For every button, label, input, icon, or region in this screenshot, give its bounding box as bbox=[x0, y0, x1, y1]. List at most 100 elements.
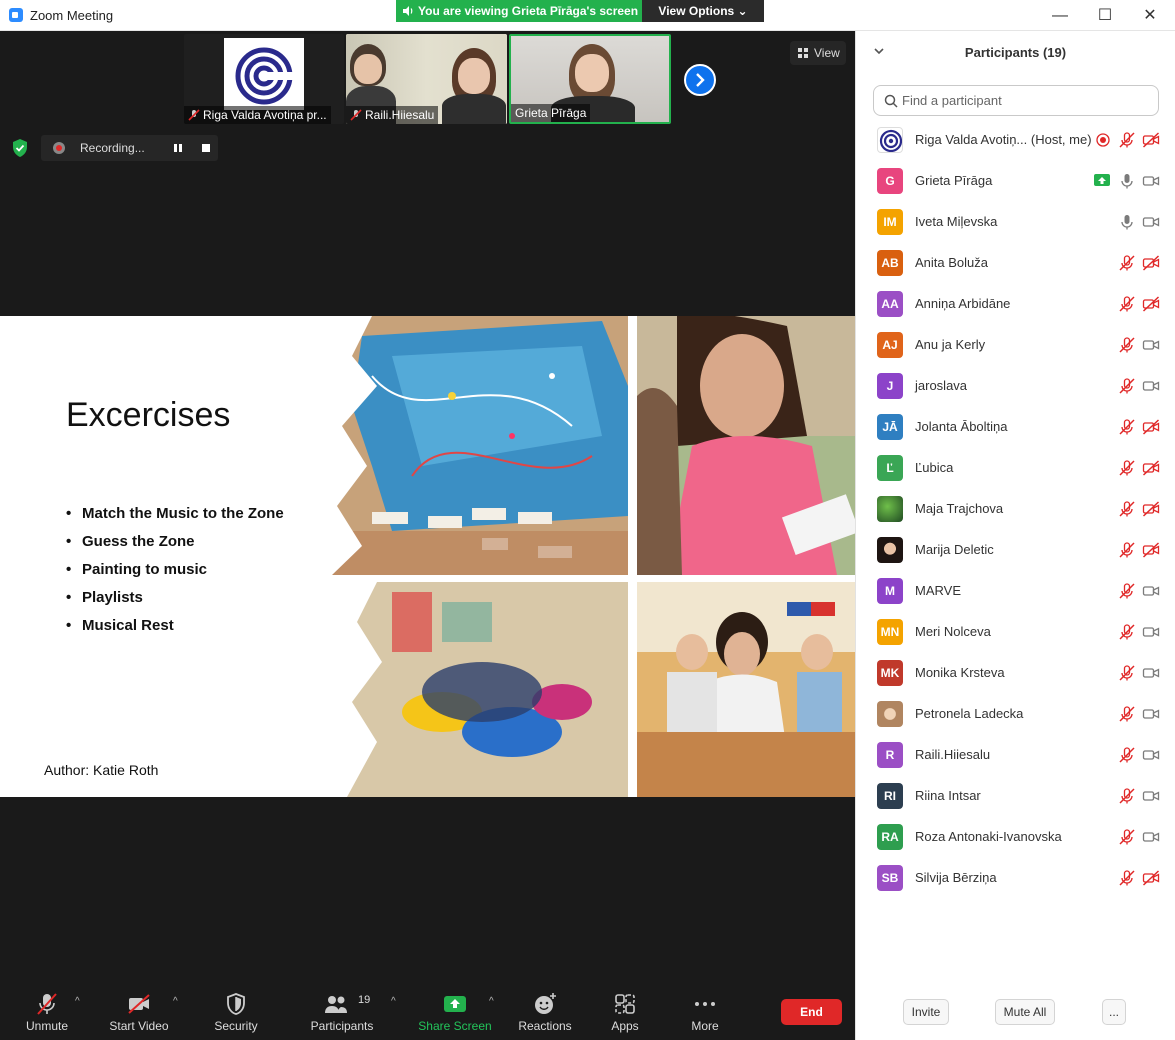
mic-icon[interactable] bbox=[1118, 172, 1136, 190]
audio-options-caret[interactable]: ^ bbox=[75, 996, 85, 1007]
video-thumbnail[interactable]: Riga Valda Avotiņa pr... bbox=[184, 34, 344, 124]
participant-row[interactable]: Petronela Ladecka bbox=[856, 693, 1175, 734]
mic-muted-icon[interactable] bbox=[1118, 336, 1136, 354]
participants-button[interactable]: 19 Participants bbox=[306, 986, 378, 1040]
mic-muted-icon[interactable] bbox=[1118, 705, 1136, 723]
video-icon[interactable] bbox=[1142, 582, 1160, 600]
participant-row[interactable]: AB Anita Boluža bbox=[856, 242, 1175, 283]
participants-options-caret[interactable]: ^ bbox=[391, 996, 401, 1007]
mic-muted-icon[interactable] bbox=[1118, 500, 1136, 518]
avatar: MK bbox=[877, 660, 903, 686]
mic-muted-icon[interactable] bbox=[1118, 295, 1136, 313]
classroom-image bbox=[332, 582, 628, 797]
video-icon[interactable] bbox=[1142, 664, 1160, 682]
start-video-button[interactable]: Start Video bbox=[106, 986, 172, 1040]
mic-muted-icon[interactable] bbox=[1118, 623, 1136, 641]
mic-muted-icon[interactable] bbox=[1118, 582, 1136, 600]
search-input[interactable] bbox=[902, 86, 1152, 115]
participant-row[interactable]: MK Monika Krsteva bbox=[856, 652, 1175, 693]
participant-row[interactable]: SB Silvija Bērziņa bbox=[856, 857, 1175, 898]
mic-muted-icon[interactable] bbox=[1118, 541, 1136, 559]
participant-name: jaroslava bbox=[915, 378, 968, 393]
mute-all-button[interactable]: Mute All bbox=[995, 999, 1055, 1025]
next-page-button[interactable] bbox=[684, 64, 716, 96]
video-icon[interactable] bbox=[1142, 377, 1160, 395]
video-icon[interactable] bbox=[1142, 828, 1160, 846]
participant-name: Anu ja Kerly bbox=[915, 337, 986, 352]
participant-row[interactable]: AJ Anu ja Kerly bbox=[856, 324, 1175, 365]
avatar: Ľ bbox=[877, 455, 903, 481]
mic-muted-icon[interactable] bbox=[1118, 254, 1136, 272]
share-screen-button[interactable]: Share Screen bbox=[418, 986, 492, 1040]
ellipsis-icon bbox=[695, 1002, 715, 1006]
mic-muted-icon[interactable] bbox=[1118, 828, 1136, 846]
end-meeting-button[interactable]: End bbox=[781, 999, 842, 1025]
mic-muted-icon[interactable] bbox=[1118, 459, 1136, 477]
view-button[interactable]: View bbox=[790, 41, 846, 65]
stop-recording-button[interactable] bbox=[202, 144, 210, 152]
video-options-caret[interactable]: ^ bbox=[173, 996, 183, 1007]
participant-row[interactable]: AA Anniņa Arbidāne bbox=[856, 283, 1175, 324]
video-off-icon[interactable] bbox=[1142, 459, 1160, 477]
mic-muted-icon[interactable] bbox=[1118, 131, 1136, 149]
pause-recording-button[interactable] bbox=[174, 144, 182, 152]
participant-row[interactable]: RI Riina Intsar bbox=[856, 775, 1175, 816]
maximize-button[interactable]: ☐ bbox=[1082, 0, 1128, 31]
mic-icon[interactable] bbox=[1118, 213, 1136, 231]
participant-row[interactable]: Jjaroslava bbox=[856, 365, 1175, 406]
video-icon[interactable] bbox=[1142, 172, 1160, 190]
video-off-icon[interactable] bbox=[1142, 418, 1160, 436]
avatar: J bbox=[877, 373, 903, 399]
minimize-button[interactable]: — bbox=[1037, 0, 1083, 31]
video-icon[interactable] bbox=[1142, 787, 1160, 805]
participant-row[interactable]: M MARVE bbox=[856, 570, 1175, 611]
video-icon[interactable] bbox=[1142, 623, 1160, 641]
video-off-icon[interactable] bbox=[1142, 295, 1160, 313]
panel-more-button[interactable]: ... bbox=[1102, 999, 1126, 1025]
participant-row[interactable]: Marija Deletic bbox=[856, 529, 1175, 570]
video-icon[interactable] bbox=[1142, 746, 1160, 764]
participant-name: Ľubica bbox=[915, 460, 954, 475]
participant-row[interactable]: Riga Valda Avotiņ... (Host, me) bbox=[856, 119, 1175, 160]
unmute-button[interactable]: Unmute bbox=[16, 986, 78, 1040]
participant-row[interactable]: IM Iveta Miļevska bbox=[856, 201, 1175, 242]
more-button[interactable]: More bbox=[680, 986, 730, 1040]
video-icon[interactable] bbox=[1142, 705, 1160, 723]
mic-muted-icon[interactable] bbox=[1118, 869, 1136, 887]
thumbnail-name: Riga Valda Avotiņa pr... bbox=[184, 106, 331, 124]
participant-name: Anniņa Arbidāne bbox=[915, 296, 1011, 311]
video-off-icon[interactable] bbox=[1142, 541, 1160, 559]
apps-button[interactable]: Apps bbox=[600, 986, 650, 1040]
encryption-shield-icon[interactable] bbox=[10, 138, 30, 158]
video-off-icon[interactable] bbox=[1142, 254, 1160, 272]
close-button[interactable]: ✕ bbox=[1127, 0, 1173, 31]
slide-title: Excercises bbox=[66, 396, 231, 434]
mic-muted-icon[interactable] bbox=[1118, 787, 1136, 805]
panel-footer: Invite Mute All ... bbox=[856, 999, 1175, 1027]
invite-button[interactable]: Invite bbox=[903, 999, 949, 1025]
video-thumbnail[interactable]: Raili.Hiiesalu bbox=[346, 34, 507, 124]
security-button[interactable]: Security bbox=[206, 986, 266, 1040]
painting-photo bbox=[332, 316, 628, 575]
participant-search[interactable] bbox=[873, 85, 1159, 116]
video-icon[interactable] bbox=[1142, 213, 1160, 231]
participant-row[interactable]: MN Meri Nolceva bbox=[856, 611, 1175, 652]
participant-row[interactable]: Ľ Ľubica bbox=[856, 447, 1175, 488]
video-thumbnail-active[interactable]: Grieta Pīrāga bbox=[509, 34, 671, 124]
video-icon[interactable] bbox=[1142, 336, 1160, 354]
participant-row[interactable]: G Grieta Pīrāga bbox=[856, 160, 1175, 201]
participant-row[interactable]: RA Roza Antonaki-Ivanovska bbox=[856, 816, 1175, 857]
mic-muted-icon[interactable] bbox=[1118, 377, 1136, 395]
video-off-icon[interactable] bbox=[1142, 131, 1160, 149]
video-off-icon[interactable] bbox=[1142, 869, 1160, 887]
mic-muted-icon[interactable] bbox=[1118, 664, 1136, 682]
participant-row[interactable]: R Raili.Hiiesalu bbox=[856, 734, 1175, 775]
participant-row[interactable]: Maja Trajchova bbox=[856, 488, 1175, 529]
share-options-caret[interactable]: ^ bbox=[489, 996, 499, 1007]
mic-muted-icon[interactable] bbox=[1118, 418, 1136, 436]
video-off-icon[interactable] bbox=[1142, 500, 1160, 518]
reactions-button[interactable]: Reactions bbox=[514, 986, 576, 1040]
participant-row[interactable]: JĀ Jolanta Āboltiņa bbox=[856, 406, 1175, 447]
view-options-button[interactable]: View Options ⌄ bbox=[642, 0, 764, 22]
mic-muted-icon[interactable] bbox=[1118, 746, 1136, 764]
